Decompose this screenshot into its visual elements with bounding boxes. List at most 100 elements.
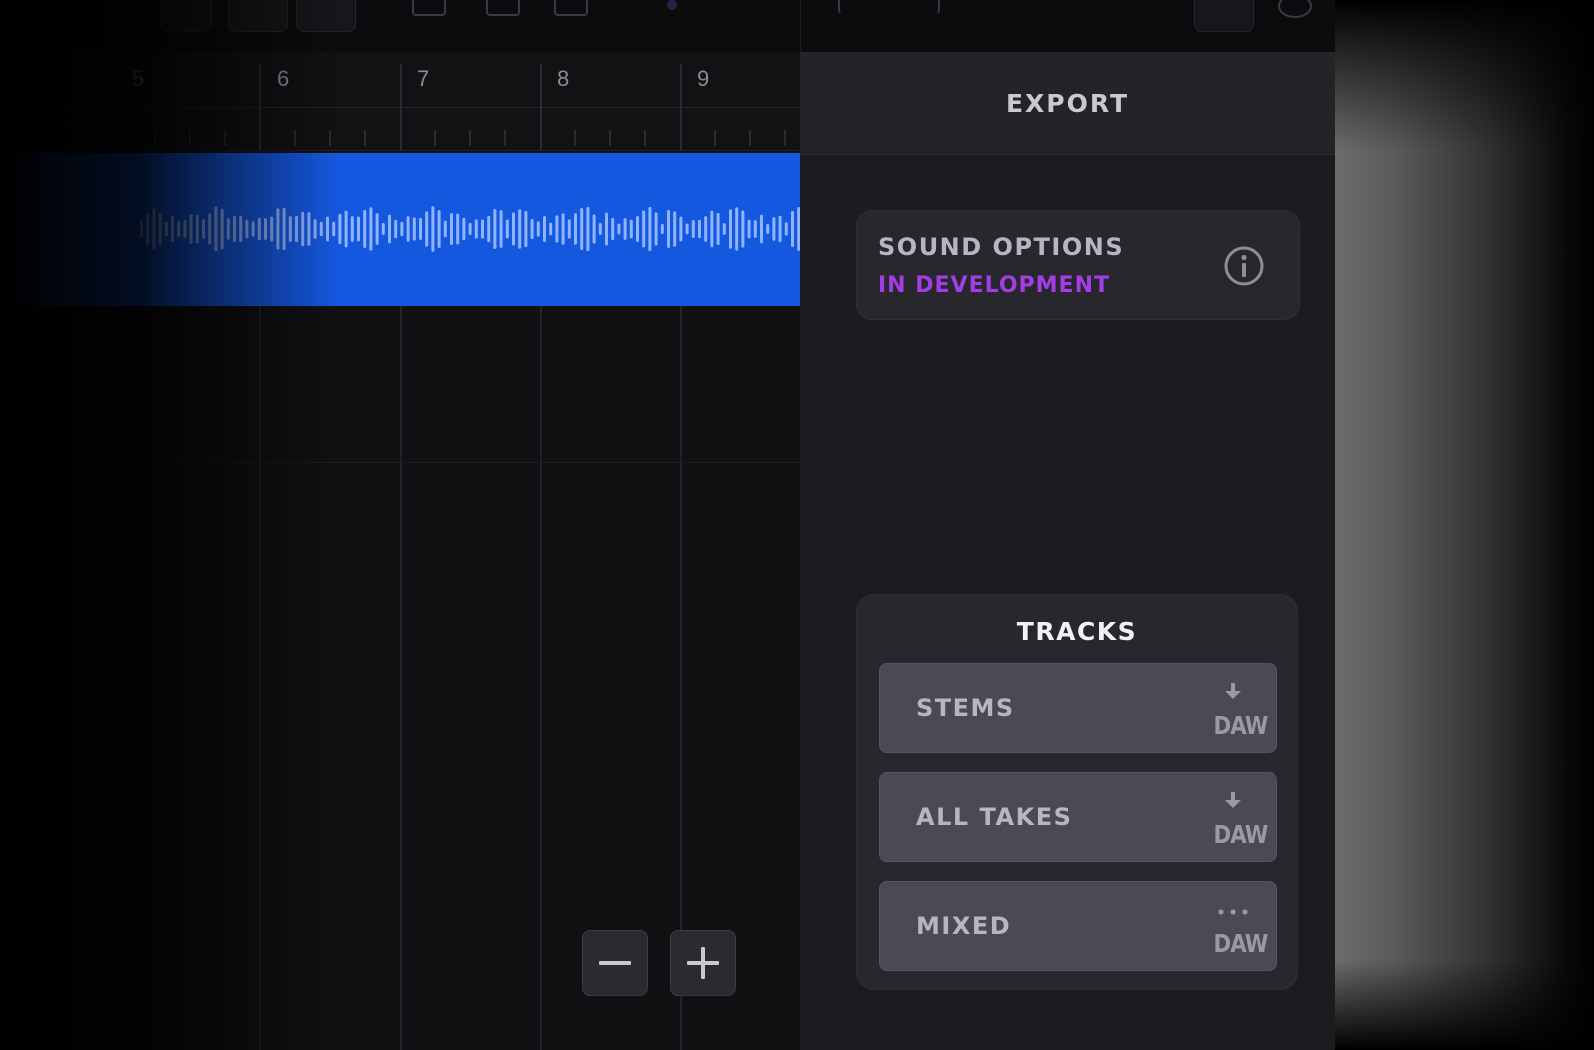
waveform-bar	[152, 208, 156, 250]
ruler-minor-tick	[504, 130, 506, 146]
ruler-minor-tick	[784, 130, 786, 146]
timeline-ruler[interactable]: 5 6 7 8 9	[0, 52, 800, 151]
mixed-button[interactable]: MIXED DAW	[879, 881, 1277, 971]
waveform-bar	[381, 222, 385, 236]
undo-icon[interactable]	[838, 0, 870, 14]
waveform-bar	[530, 218, 534, 240]
audio-clip[interactable]	[0, 153, 800, 306]
sound-options-title: SOUND OPTIONS	[878, 233, 1125, 261]
timeline[interactable]: 5 6 7 8 9	[0, 52, 800, 1050]
waveform-bar	[450, 213, 453, 245]
bar-number-6: 6	[277, 66, 290, 91]
waveform-bar	[536, 221, 540, 237]
waveform-bar	[679, 216, 683, 242]
toolbar-button-2[interactable]	[228, 0, 288, 32]
background-window-shade	[1335, 0, 1594, 1050]
waveform-bar	[468, 222, 472, 236]
ruler-minor-tick	[189, 130, 191, 146]
ruler-minor-tick	[714, 130, 716, 146]
zoom-in-button[interactable]	[670, 930, 736, 996]
tag-icon[interactable]	[486, 0, 520, 16]
waveform-bar	[543, 215, 546, 243]
minus-icon	[599, 961, 631, 965]
waveform-bar	[338, 213, 342, 245]
waveform-bar	[704, 216, 708, 242]
waveform-bar	[791, 210, 794, 248]
waveform-bar	[251, 221, 255, 237]
waveform-bar	[245, 219, 249, 239]
settings-icon[interactable]	[1278, 0, 1312, 18]
grid-line	[540, 302, 542, 1050]
waveform-bar	[518, 209, 522, 249]
stems-label: STEMS	[916, 694, 1015, 722]
waveform-bar	[195, 214, 199, 244]
waveform-bar	[673, 211, 677, 247]
ruler-minor-tick	[609, 130, 611, 146]
download-daw-icon: DAW	[1210, 682, 1268, 740]
stems-button[interactable]: STEMS DAW	[879, 663, 1277, 753]
waveform-bar	[555, 215, 559, 243]
zoom-out-button[interactable]	[582, 930, 648, 996]
record-indicator	[667, 0, 677, 10]
plus-icon	[687, 947, 719, 979]
metronome-button[interactable]	[296, 0, 356, 32]
waveform-bar	[592, 214, 596, 244]
tracks-card: TRACKS STEMS DAW ALL TAKES DAW MIXED DAW	[856, 594, 1298, 990]
waveform-bar	[301, 211, 305, 247]
waveform-bar	[177, 221, 181, 237]
bar-number-8: 8	[557, 66, 570, 91]
waveform-bar	[270, 216, 274, 242]
waveform-bar	[784, 222, 788, 236]
info-icon[interactable]	[1223, 245, 1265, 287]
waveform-bar	[778, 215, 782, 243]
waveform-bar	[189, 214, 193, 244]
waveform-bar	[605, 212, 608, 246]
export-title: EXPORT	[1005, 88, 1130, 118]
tracks-title: TRACKS	[1016, 617, 1138, 646]
waveform-bar	[654, 212, 658, 246]
waveform-bar	[660, 223, 664, 235]
loop-icon[interactable]	[412, 0, 446, 16]
bar-number-9: 9	[697, 66, 710, 91]
waveform-bar	[437, 210, 441, 248]
waveform-bar	[307, 212, 311, 246]
waveform-bar	[400, 221, 404, 237]
waveform-bar	[685, 223, 689, 235]
ruler-minor-tick	[294, 130, 296, 146]
waveform-bar	[574, 213, 577, 245]
waveform-bar	[282, 207, 286, 251]
waveform-bar	[481, 219, 484, 239]
waveform-bar	[710, 210, 714, 248]
waveform-bar	[524, 210, 528, 248]
toolbar-button-1[interactable]	[160, 0, 212, 32]
sound-options-card[interactable]: SOUND OPTIONS IN DEVELOPMENT	[856, 210, 1300, 320]
waveform-bar	[580, 208, 584, 250]
waveform-bar	[332, 221, 336, 237]
export-toolbar-button[interactable]	[1194, 0, 1254, 32]
waveform-bar	[171, 215, 174, 243]
waveform-bar	[164, 221, 168, 237]
waveform-bar	[214, 206, 218, 252]
top-toolbar	[0, 0, 1335, 53]
bar-line	[540, 64, 542, 150]
waveform-bar	[388, 214, 391, 244]
waveform-bar	[344, 210, 348, 248]
waveform-bar	[326, 216, 329, 242]
export-panel-header: EXPORT	[800, 52, 1335, 155]
mixed-label: MIXED	[916, 912, 1012, 940]
export-panel: EXPORT SOUND OPTIONS IN DEVELOPMENT TRAC…	[800, 52, 1335, 1050]
ruler-minor-tick	[154, 130, 156, 146]
bar-line	[400, 64, 402, 150]
waveform-bar	[716, 213, 720, 245]
grid-line	[259, 302, 261, 1050]
waveform-bar	[772, 217, 776, 241]
ruler-minor-tick	[749, 130, 751, 146]
redo-icon[interactable]	[908, 0, 940, 14]
all-takes-button[interactable]: ALL TAKES DAW	[879, 772, 1277, 862]
sound-options-status: IN DEVELOPMENT	[878, 273, 1111, 298]
waveform-bar	[474, 219, 478, 239]
more-daw-icon: DAW	[1210, 900, 1268, 958]
waveform-bar	[567, 219, 571, 239]
square-icon[interactable]	[554, 0, 588, 16]
waveform-bar	[226, 218, 230, 240]
